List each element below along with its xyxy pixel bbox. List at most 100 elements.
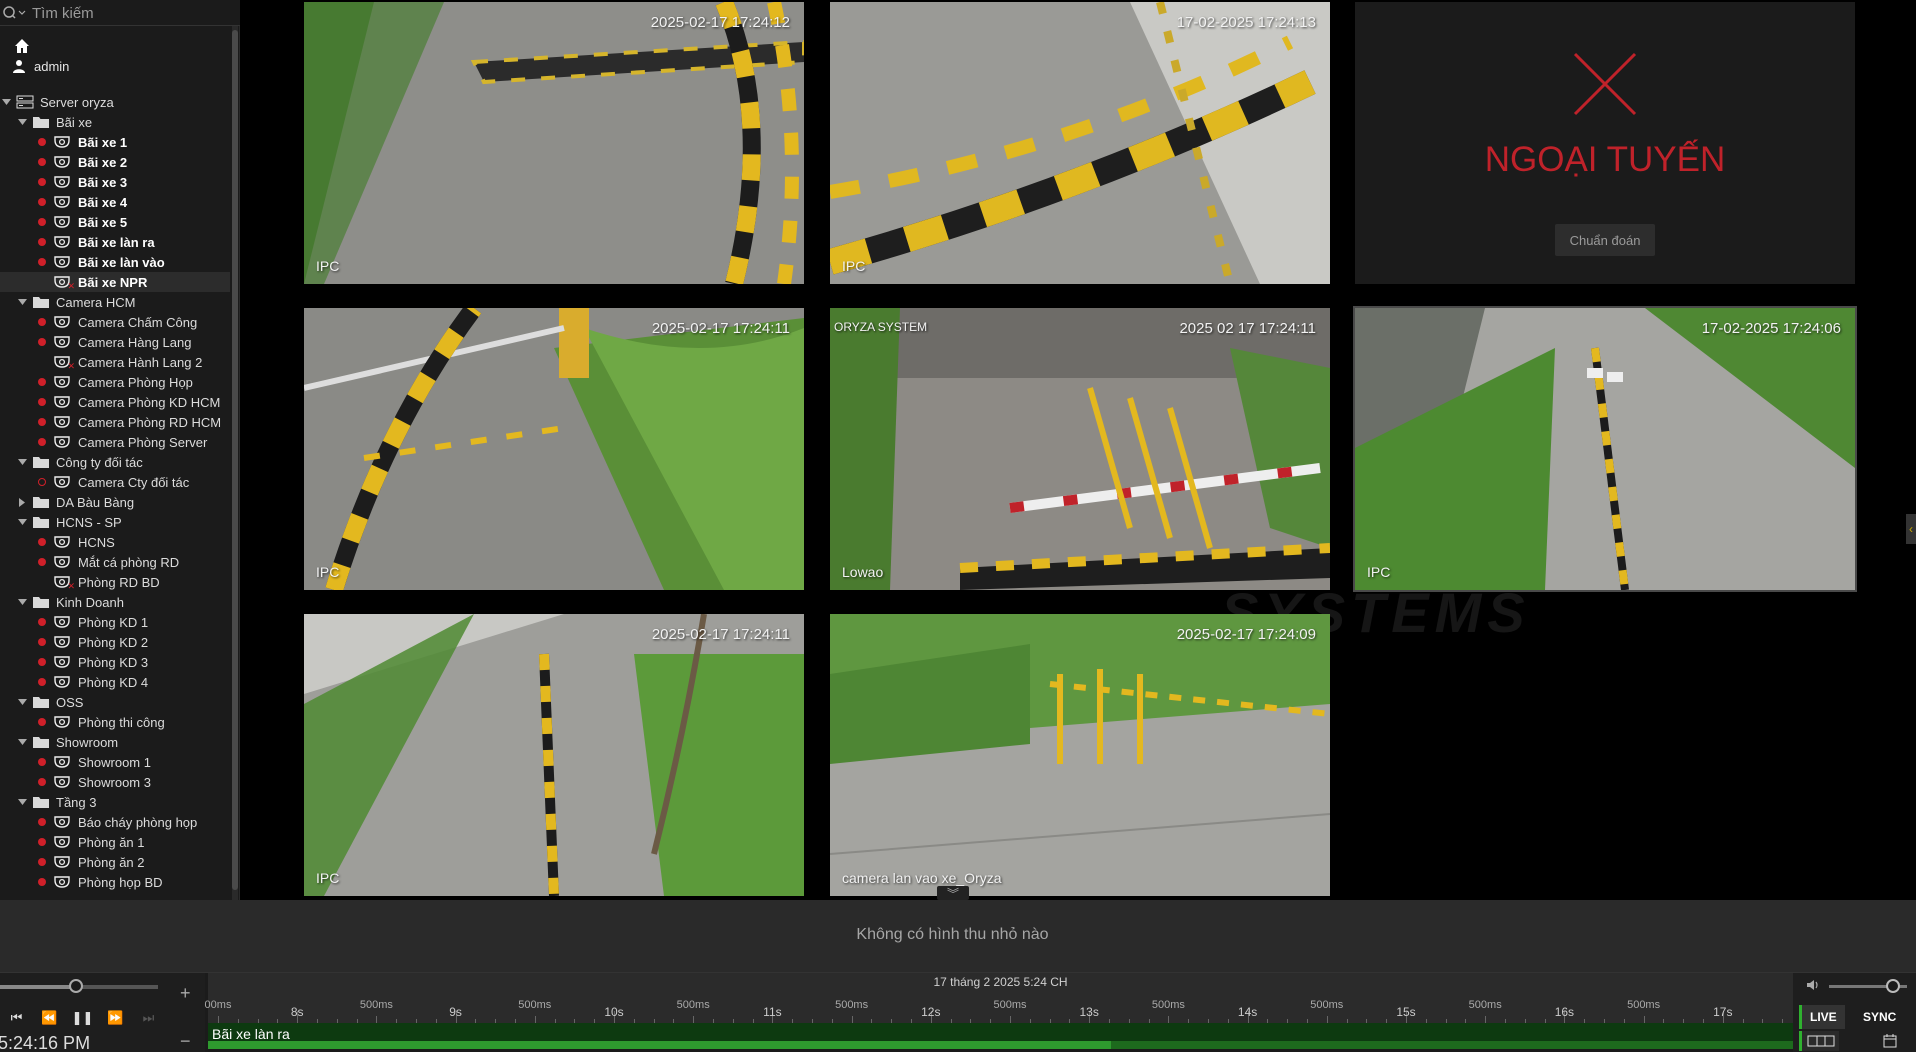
timeline-tick-label: 00ms — [204, 999, 232, 1011]
tree-camera-item[interactable]: Bãi xe 5 — [0, 212, 230, 232]
right-panel-toggle[interactable]: ‹ — [1906, 514, 1916, 544]
tree-camera-item[interactable]: Bãi xe làn vào — [0, 252, 230, 272]
rewind-button[interactable]: ⏪ — [33, 1007, 66, 1029]
tree-camera-item[interactable]: ✕ Camera Hành Lang 2 — [0, 352, 230, 372]
tree-folder-item[interactable]: Công ty đối tác — [0, 452, 230, 472]
tree-camera-item[interactable]: Showroom 1 — [0, 752, 230, 772]
caret-down-icon[interactable] — [16, 119, 28, 125]
tree-item-label: Phòng KD 4 — [78, 674, 149, 690]
tree-camera-item[interactable]: Camera Chấm Công — [0, 312, 230, 332]
camera-tile-offline[interactable]: NGOẠI TUYẾN Chuẩn đoán — [1355, 2, 1855, 284]
tree-camera-item[interactable]: Bãi xe 1 — [0, 132, 230, 152]
tree-camera-item[interactable]: ✕ Phòng RD BD — [0, 572, 230, 592]
tree-item-label: HCNS - SP — [56, 514, 122, 530]
tree-camera-item[interactable]: Bãi xe 2 — [0, 152, 230, 172]
tree-server-item[interactable]: Server oryza — [0, 92, 230, 112]
caret-down-icon[interactable] — [16, 519, 28, 525]
tree-item-label: Bãi xe 1 — [78, 134, 128, 150]
tree-camera-item[interactable]: Phòng KD 4 — [0, 672, 230, 692]
tree-camera-item[interactable]: Camera Phòng KD HCM — [0, 392, 230, 412]
skip-back-button[interactable]: ⏮ — [0, 1007, 33, 1029]
folder-icon — [32, 695, 50, 709]
tree-camera-item[interactable]: Báo cháy phòng họp — [0, 812, 230, 832]
caret-down-icon[interactable] — [16, 739, 28, 745]
timeline-tick-label: 500ms — [518, 999, 552, 1011]
tree-camera-item[interactable]: Bãi xe 3 — [0, 172, 230, 192]
caret-down-icon[interactable] — [16, 699, 28, 705]
tree-camera-item[interactable]: Camera Phòng Server — [0, 432, 230, 452]
tree-camera-item[interactable]: Bãi xe 4 — [0, 192, 230, 212]
tree-folder-item[interactable]: OSS — [0, 692, 230, 712]
tree-camera-item[interactable]: HCNS — [0, 532, 230, 552]
tree-item-label: Phòng ăn 2 — [78, 854, 145, 870]
tree-folder-item[interactable]: Tầng 3 — [0, 792, 230, 812]
tree-camera-item[interactable]: Phòng KD 1 — [0, 612, 230, 632]
camera-tile[interactable]: 2025-02-17 17:24:12 IPC — [304, 2, 804, 284]
timeline-tick-label: 500ms — [1310, 999, 1344, 1011]
tree-camera-item[interactable]: Bãi xe làn ra — [0, 232, 230, 252]
camera-tile[interactable]: 2025-02-17 17:24:09 camera lan vao xe_Ory… — [830, 614, 1330, 896]
tree-folder-item[interactable]: Kinh Doanh — [0, 592, 230, 612]
tree-camera-item[interactable]: Showroom 3 — [0, 772, 230, 792]
volume-icon[interactable] — [1805, 977, 1821, 993]
tree-folder-item[interactable]: Bãi xe — [0, 112, 230, 132]
tree-camera-item[interactable]: ✕ Bãi xe NPR — [0, 272, 230, 292]
collapse-grid-button[interactable]: ︾ — [937, 886, 969, 901]
camera-tile[interactable]: 2025 02 17 17:24:11 Lowao ORYZA SYSTEM — [830, 308, 1330, 590]
diagnose-button[interactable]: Chuẩn đoán — [1555, 224, 1655, 256]
caret-down-icon[interactable] — [0, 99, 12, 105]
tree-camera-item[interactable]: Camera Phòng RD HCM — [0, 412, 230, 432]
timeline-ruler[interactable]: 17 tháng 2 2025 5:24 CH 00ms 8s 500ms 9s 500… — [204, 973, 1793, 1023]
caret-down-icon[interactable] — [16, 459, 28, 465]
camera-tile[interactable]: 17-02-2025 17:24:06 IPC — [1353, 306, 1857, 592]
calendar-button[interactable] — [1879, 1031, 1901, 1051]
camera-icon — [54, 415, 72, 429]
camera-tile[interactable]: 2025-02-17 17:24:11 IPC — [304, 614, 804, 896]
zoom-in-button[interactable]: + — [180, 983, 191, 1004]
zoom-out-button[interactable]: − — [180, 1031, 191, 1052]
tree-folder-item[interactable]: Showroom — [0, 732, 230, 752]
layout-button[interactable] — [1799, 1031, 1839, 1051]
camera-video-frame — [830, 614, 1330, 896]
volume-slider-knob[interactable] — [1885, 979, 1900, 993]
tree-camera-item[interactable]: Phòng ăn 2 — [0, 852, 230, 872]
tree-camera-item[interactable]: Phòng KD 2 — [0, 632, 230, 652]
caret-down-icon[interactable] — [16, 799, 28, 805]
search-icon[interactable] — [2, 4, 28, 22]
speed-slider[interactable] — [0, 979, 158, 993]
tree-camera-item[interactable]: Camera Cty đối tác — [0, 472, 230, 492]
pause-button[interactable]: ❚❚ — [66, 1007, 99, 1029]
tree-folder-item[interactable]: Camera HCM — [0, 292, 230, 312]
tree-camera-item[interactable]: Mắt cá phòng RD — [0, 552, 230, 572]
skip-forward-button[interactable]: ⏭ — [132, 1007, 165, 1029]
camera-icon — [54, 215, 72, 229]
camera-tile[interactable]: 17-02-2025 17:24:13 IPC — [830, 2, 1330, 284]
camera-tile[interactable]: 2025-02-17 17:24:11 IPC — [304, 308, 804, 590]
tree-camera-item[interactable]: Camera Phòng Họp — [0, 372, 230, 392]
camera-label-overlay: camera lan vao xe_Oryza — [842, 870, 1002, 886]
camera-icon — [54, 375, 72, 389]
timeline[interactable]: 17 tháng 2 2025 5:24 CH 00ms 8s 500ms 9s 500… — [204, 973, 1793, 1052]
user-row[interactable]: admin — [12, 56, 69, 76]
home-icon[interactable] — [12, 36, 32, 56]
tree-camera-item[interactable]: Phòng họp BD — [0, 872, 230, 892]
tree-scrollbar[interactable] — [232, 26, 238, 900]
sync-button[interactable]: SYNC — [1855, 1005, 1905, 1029]
tree-camera-item[interactable]: Phòng KD 3 — [0, 652, 230, 672]
tree-camera-item[interactable]: Phòng ăn 1 — [0, 832, 230, 852]
caret-down-icon[interactable] — [16, 599, 28, 605]
tree-camera-item[interactable]: Camera Hàng Lang — [0, 332, 230, 352]
speed-slider-knob[interactable] — [68, 979, 83, 993]
tree-scrollbar-thumb[interactable] — [232, 30, 238, 890]
folder-icon — [32, 735, 50, 749]
live-button[interactable]: LIVE — [1799, 1005, 1845, 1029]
caret-right-icon[interactable] — [16, 497, 28, 507]
recording-track[interactable]: Bãi xe làn ra — [208, 1023, 1793, 1049]
caret-down-icon[interactable] — [16, 299, 28, 305]
search-input[interactable] — [32, 2, 232, 24]
tree-folder-item[interactable]: HCNS - SP — [0, 512, 230, 532]
tree-camera-item[interactable]: Phòng thi công — [0, 712, 230, 732]
tree-folder-item[interactable]: DA Bàu Bàng — [0, 492, 230, 512]
volume-slider[interactable] — [1829, 979, 1907, 993]
step-forward-button[interactable]: ⏩ — [99, 1007, 132, 1029]
